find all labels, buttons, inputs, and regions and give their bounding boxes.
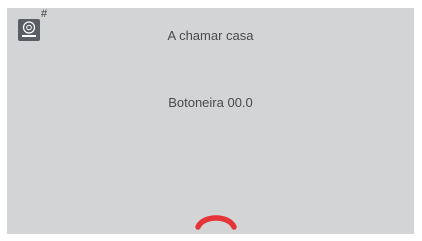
phone-hangup-icon (195, 215, 237, 230)
door-panel-name: Botoneira 00.0 (168, 95, 253, 110)
hash-indicator: # (41, 8, 48, 20)
call-status-text: A chamar casa (167, 28, 254, 43)
call-screen: # A chamar casa Botoneira 00.0 (7, 8, 414, 234)
hangup-button[interactable] (195, 211, 237, 231)
